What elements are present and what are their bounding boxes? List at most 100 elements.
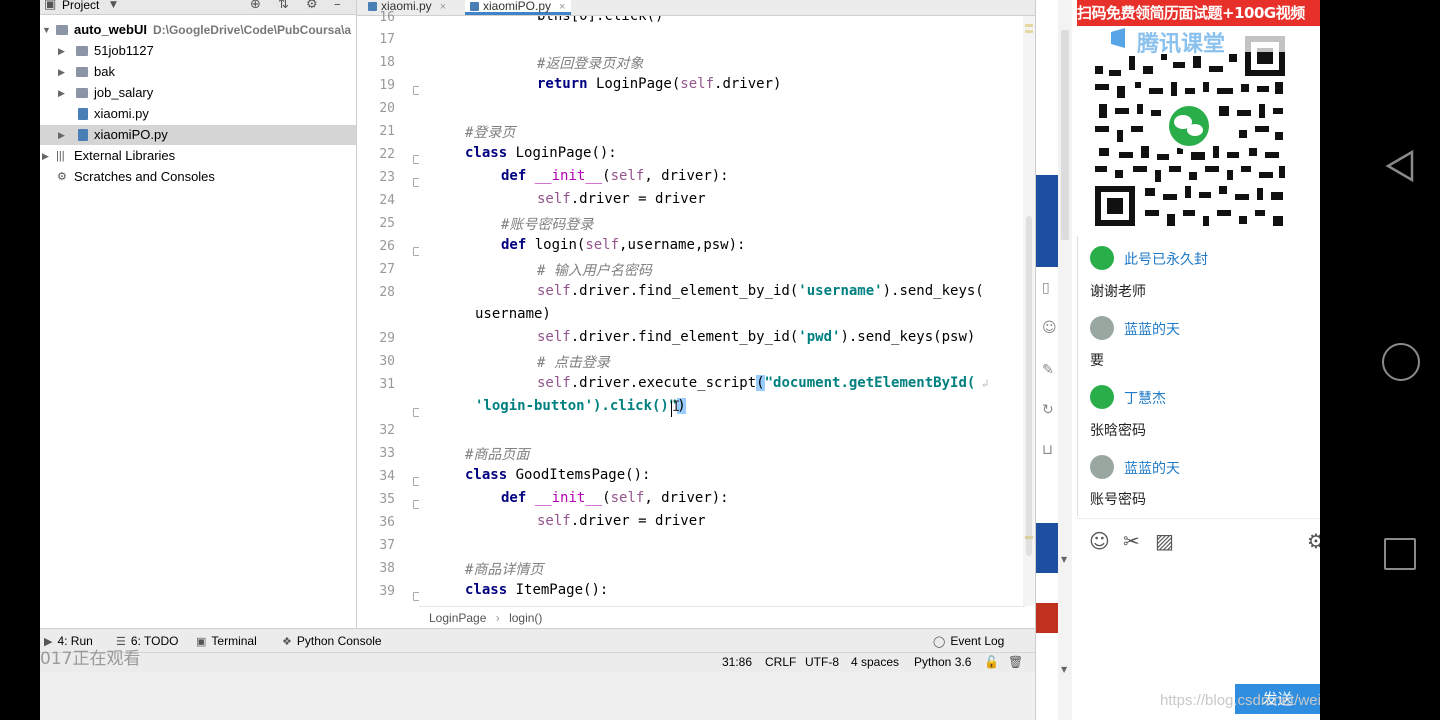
code-keyword: def: [501, 237, 527, 253]
project-header[interactable]: ▣ Project ▼ ⊕ ⇅ ⚙ –: [40, 0, 356, 15]
terminal-tool-label: Terminal: [211, 634, 257, 648]
vertical-scrollbar[interactable]: ▼ ▼: [1058, 0, 1072, 720]
tree-item-label: 51job1127: [94, 43, 154, 58]
breadcrumb-item[interactable]: LoginPage: [429, 611, 486, 625]
image-icon[interactable]: ▨: [1155, 529, 1174, 553]
gear-icon[interactable]: ⚙: [1307, 529, 1320, 553]
tree-item-folder[interactable]: ▶ bak: [40, 62, 356, 82]
target-icon[interactable]: ⊕: [250, 0, 261, 12]
chevron-down-icon[interactable]: ▼: [42, 20, 51, 40]
chevron-right-icon[interactable]: ▶: [58, 41, 65, 61]
code-self: self: [680, 76, 715, 92]
code-text: (: [602, 168, 611, 184]
gear-icon[interactable]: ⚙: [306, 0, 318, 12]
chevron-right-icon[interactable]: ▶: [58, 62, 65, 82]
lock-icon[interactable]: 🔓: [984, 655, 999, 669]
chat-message-text: 谢谢老师: [1090, 284, 1146, 300]
wechat-icon: [1090, 246, 1114, 270]
minimize-icon[interactable]: –: [334, 0, 341, 12]
code-self: self: [585, 237, 620, 253]
chevron-down-icon[interactable]: ▼: [110, 0, 117, 10]
cursor-position[interactable]: 31:86: [722, 655, 752, 669]
recents-icon[interactable]: [1384, 538, 1416, 570]
avatar: [1090, 455, 1114, 479]
chat-username[interactable]: 蓝蓝的天: [1124, 458, 1180, 478]
code-text: ,username,psw):: [619, 237, 746, 253]
scrollbar-thumb[interactable]: [1026, 216, 1032, 556]
emoji-icon[interactable]: ☺: [1089, 529, 1110, 553]
back-icon[interactable]: [1382, 148, 1418, 184]
code-self: self: [610, 168, 645, 184]
collapse-icon[interactable]: ⇅: [278, 0, 289, 12]
chevron-right-icon[interactable]: ▶: [58, 125, 65, 145]
code-text: , driver):: [644, 168, 729, 184]
tree-item-label: bak: [94, 64, 115, 79]
background-banner: [1036, 523, 1058, 573]
tree-item-file-selected[interactable]: ▶ xiaomiPO.py: [40, 125, 356, 145]
scrollbar-thumb[interactable]: [1061, 30, 1069, 240]
python-file-icon: [78, 108, 88, 120]
cart-icon: ⊔: [1042, 442, 1053, 458]
code-self: self: [610, 490, 645, 506]
close-icon[interactable]: ×: [559, 1, 565, 13]
tree-item-libraries[interactable]: ▶ ||| External Libraries: [40, 146, 356, 166]
trash-icon[interactable]: 🗑: [1008, 655, 1023, 669]
refresh-icon: ↻: [1042, 402, 1054, 418]
python-icon: ❖: [282, 636, 292, 648]
breadcrumb-item[interactable]: login(): [509, 611, 542, 625]
line-number: 26: [379, 239, 395, 254]
user-icon: ☺: [1042, 320, 1057, 336]
warning-marker[interactable]: [1025, 24, 1033, 27]
code-keyword: class: [465, 582, 508, 598]
line-number: 18: [379, 55, 395, 70]
line-number: 29: [379, 331, 395, 346]
promo-banner: 扫码免费领简历面试题+100G视频: [1077, 0, 1320, 26]
chevron-right-icon[interactable]: ▶: [58, 83, 65, 103]
terminal-tool-button[interactable]: ▣ Terminal: [196, 634, 257, 648]
project-icon: ▣: [44, 0, 57, 12]
terminal-icon: ▣: [196, 636, 207, 648]
tree-item-folder[interactable]: ▶ job_salary: [40, 83, 356, 103]
close-icon[interactable]: ×: [440, 1, 446, 13]
tab-xiaomipo[interactable]: xiaomiPO.py ×: [465, 0, 572, 15]
chat-username[interactable]: 丁慧杰: [1124, 388, 1166, 408]
tree-item-scratches[interactable]: ⚙ Scratches and Consoles: [40, 167, 356, 187]
chat-username[interactable]: 此号已永久封: [1124, 249, 1208, 269]
chevron-down-icon[interactable]: ▼: [1061, 665, 1067, 674]
chevron-right-icon[interactable]: ▶: [42, 146, 49, 166]
screen: ▣ Project ▼ ⊕ ⇅ ⚙ – ▼ auto_webUI D:\Googl…: [40, 0, 1320, 720]
code-bracket-match: (: [756, 375, 765, 391]
python-console-label: Python Console: [296, 634, 382, 648]
event-log-label: Event Log: [950, 634, 1005, 648]
folder-icon: [76, 46, 88, 56]
chat-username[interactable]: 蓝蓝的天: [1124, 319, 1180, 339]
code-editor[interactable]: btns[0].click() #返回登录页对象 return LoginPag…: [419, 16, 1025, 606]
line-number: 19: [379, 78, 395, 93]
chevron-down-icon[interactable]: ▼: [1061, 555, 1067, 564]
tree-item-file[interactable]: xiaomi.py: [40, 104, 356, 124]
scissors-icon[interactable]: ✂: [1123, 529, 1140, 553]
line-number: 34: [379, 469, 395, 484]
code-text: ).send_keys(psw): [840, 329, 976, 345]
tree-item-root[interactable]: ▼ auto_webUI D:\GoogleDrive\Code\PubCours…: [40, 20, 356, 40]
line-separator[interactable]: CRLF: [765, 655, 796, 669]
line-number: 16: [379, 10, 395, 25]
speech-bubble-icon: ◯: [933, 636, 946, 648]
home-icon[interactable]: [1382, 343, 1420, 381]
code-comment: #商品详情页: [465, 562, 544, 578]
event-log-button[interactable]: ◯ Event Log: [933, 634, 1004, 648]
tree-item-folder[interactable]: ▶ 51job1127: [40, 41, 356, 61]
file-encoding[interactable]: UTF-8: [805, 655, 839, 669]
warning-marker[interactable]: [1025, 30, 1033, 33]
editor-vertical-scrollbar[interactable]: [1023, 16, 1035, 606]
background-banner: [1036, 175, 1058, 267]
indent-setting[interactable]: 4 spaces: [851, 655, 899, 669]
code-self: self: [537, 283, 571, 299]
python-console-button[interactable]: ❖ Python Console: [282, 634, 382, 648]
status-bar: 31:86 CRLF UTF-8 4 spaces Python 3.6 🔓 🗑: [40, 652, 1035, 673]
warning-marker[interactable]: [1025, 536, 1033, 539]
code-comment: #账号密码登录: [501, 217, 594, 233]
python-interpreter[interactable]: Python 3.6: [914, 655, 971, 669]
python-file-icon: [470, 2, 479, 11]
code-magic-method: __init__: [534, 490, 603, 506]
